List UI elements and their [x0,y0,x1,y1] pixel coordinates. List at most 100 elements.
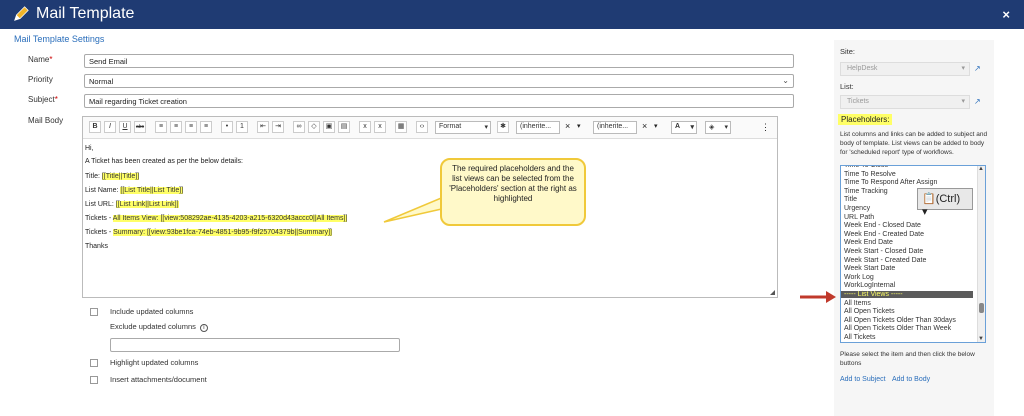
list-item[interactable]: All Items [844,300,871,307]
format-painter-icon[interactable]: ✱ [497,121,509,133]
list-item[interactable]: Time To Respond After Assign [844,179,937,186]
chevron-down-icon: ▾ [961,98,965,105]
list-item[interactable]: All Open Tickets Older Than Week [844,325,951,332]
list-item[interactable]: All Open Tickets [844,308,895,315]
list-select[interactable]: Tickets ▾ [840,95,970,109]
paint-bucket-icon: ◈ [709,124,715,131]
listbox-scrollbar[interactable]: ▲ ▼ [977,166,985,342]
subscript-icon[interactable]: x [359,121,371,133]
chevron-down-icon: ▾ [961,65,965,72]
close-icon[interactable]: × [1002,7,1010,22]
font-family-dropdown[interactable]: (inherite... [516,121,560,134]
include-updated-checkbox[interactable] [90,308,98,317]
list-item[interactable]: Work Log [844,274,874,281]
paste-options-tooltip[interactable]: 📋(Ctrl) ▾ [917,188,973,218]
scrollbar-thumb[interactable] [979,303,984,313]
add-to-subject-button[interactable]: Add to Subject [840,376,886,383]
list-item[interactable]: Week End Date [844,239,893,246]
indent-icon[interactable]: ⇥ [272,121,284,133]
subject-label: Subject* [28,95,58,104]
align-left-icon[interactable]: ≡ [155,121,167,133]
placeholder-highlight: [[Title||Title]] [101,173,140,180]
chevron-down-icon[interactable]: ▾ [654,122,658,130]
placeholders-label: Placeholders: [838,114,893,125]
placeholders-description: List columns and links can be added to s… [840,131,988,156]
more-options-icon[interactable]: ⋮ [761,122,770,133]
info-icon[interactable]: i [199,324,208,332]
highlight-updated-checkbox[interactable] [90,359,98,368]
placeholders-listbox[interactable]: Time To Close Time To Resolve Time To Resp… [840,165,986,343]
link-icon[interactable]: ∞ [293,121,305,133]
document-icon[interactable]: ▤ [338,121,350,133]
scroll-down-icon[interactable]: ▼ [978,336,984,342]
window-title: Mail Template [36,5,135,22]
list-item[interactable]: All Open Tickets Older Than 30days [844,317,956,324]
list-item-selected[interactable]: ----- List Views ----- [841,291,973,298]
embed-icon[interactable]: ◇ [308,121,320,133]
scroll-up-icon[interactable]: ▲ [978,166,984,172]
editor-toolbar: B I U abc ≡ ≡ ≡ ≡ • 1 ⇤ ⇥ ∞ ◇ ▣ ▤ x x ▦ … [83,117,777,139]
body-line: A Ticket has been created as per the bel… [85,158,243,165]
resize-handle[interactable] [770,290,775,295]
pointer-arrow-icon [800,291,836,303]
list-item[interactable]: Time To Resolve [844,171,896,178]
list-item[interactable]: All Tickets [844,334,876,341]
list-item[interactable]: Week Start - Created Date [844,257,926,264]
list-label: List: [840,82,854,91]
list-item[interactable]: WorkLogInternal [844,282,895,289]
placeholders-panel: Site: HelpDesk ▾ ↗ List: Tickets ▾ ↗ Place… [834,40,994,416]
clipboard-icon: 📋 [922,193,936,205]
list-item[interactable]: Week End - Created Date [844,231,924,238]
external-link-icon[interactable]: ↗ [974,97,981,106]
site-label: Site: [840,47,856,56]
site-select[interactable]: HelpDesk ▾ [840,62,970,76]
name-input[interactable]: Send Email [84,54,794,68]
mail-body-label: Mail Body [28,116,64,125]
body-line: Tickets - All Items View: [[view:508292a… [85,215,348,222]
list-item[interactable]: Time To Close [844,166,888,169]
section-title: Mail Template Settings [14,34,105,44]
body-line: Hi, [85,145,94,152]
bold-button[interactable]: B [89,121,101,133]
html-source-icon[interactable]: ‹› [416,121,428,133]
insert-attachments-row: Insert attachments/document [90,375,207,385]
numbered-list-icon[interactable]: 1 [236,121,248,133]
align-center-icon[interactable]: ≡ [170,121,182,133]
highlight-color-dropdown[interactable]: ◈ ▾ [705,121,731,134]
format-dropdown[interactable]: Format ▾ [435,121,491,134]
outdent-icon[interactable]: ⇤ [257,121,269,133]
list-item[interactable]: Week Start - Closed Date [844,248,923,255]
priority-select[interactable]: Normal ⌄ [84,74,794,88]
external-link-icon[interactable]: ↗ [974,64,981,73]
exclude-columns-input[interactable] [110,338,400,352]
list-item[interactable]: Urgency [844,205,870,212]
underline-button[interactable]: U [119,121,131,133]
superscript-icon[interactable]: x [374,121,386,133]
list-item[interactable]: Time Tracking [844,188,888,195]
align-justify-icon[interactable]: ≡ [200,121,212,133]
align-right-icon[interactable]: ≡ [185,121,197,133]
list-item[interactable]: Week Start Date [844,265,895,272]
priority-label: Priority [28,75,53,84]
body-line: Tickets - Summary: [[view:93be1fca-74eb-… [85,229,332,236]
strikethrough-button[interactable]: abc [134,121,146,133]
font-color-dropdown[interactable]: A ▾ [671,121,697,134]
insert-attachments-checkbox[interactable] [90,376,98,385]
italic-button[interactable]: I [104,121,116,133]
clear-font-size-icon[interactable]: × [642,121,647,131]
mail-body-editor[interactable]: B I U abc ≡ ≡ ≡ ≡ • 1 ⇤ ⇥ ∞ ◇ ▣ ▤ x x ▦ … [82,116,778,298]
list-item[interactable]: Title [844,196,857,203]
table-icon[interactable]: ▦ [395,121,407,133]
include-updated-row: Include updated columns [90,307,193,317]
list-item[interactable]: Week End - Closed Date [844,222,921,229]
bullet-list-icon[interactable]: • [221,121,233,133]
body-line: Thanks [85,243,108,250]
list-item[interactable]: URL Path [844,214,874,221]
clear-font-family-icon[interactable]: × [565,121,570,131]
image-icon[interactable]: ▣ [323,121,335,133]
chevron-down-icon[interactable]: ▾ [577,122,581,130]
subject-input[interactable]: Mail regarding Ticket creation [84,94,794,108]
font-size-dropdown[interactable]: (inherite... [593,121,637,134]
name-label: Name* [28,55,53,64]
add-to-body-button[interactable]: Add to Body [892,376,930,383]
